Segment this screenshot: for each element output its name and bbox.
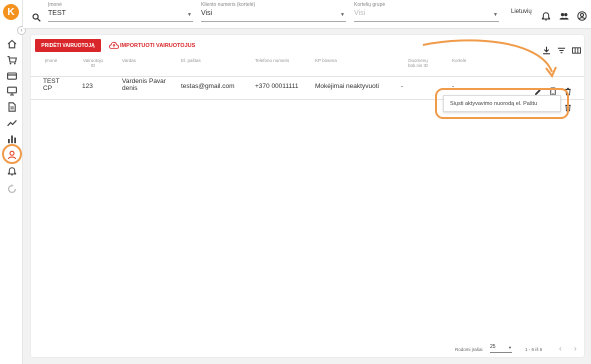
import-drivers-label: IMPORTUOTI VAIRUOTOJUS xyxy=(120,42,196,49)
next-page-icon[interactable]: › xyxy=(574,344,577,353)
logo[interactable]: K xyxy=(3,4,19,20)
pagination-range: 1 - 6 iš 6 xyxy=(525,347,543,352)
chevron-down-icon: ▼ xyxy=(493,12,498,18)
trend-icon[interactable] xyxy=(6,117,17,128)
chevron-down-icon: ▼ xyxy=(508,345,512,350)
search-icon xyxy=(32,9,41,22)
card-number-select-label: Kliento numeris (kortelė) xyxy=(201,2,256,8)
company-select[interactable]: Įmonė TEST ▼ xyxy=(48,2,193,22)
rows-per-page-select[interactable]: 25 ▼ xyxy=(490,344,512,353)
drivers-card: PRIDĖTI VAIRUOTOJĄ IMPORTUOTI VAIRUOTOJU… xyxy=(31,35,584,357)
monitor-icon[interactable] xyxy=(6,85,17,96)
column-header-name[interactable]: Vardas xyxy=(122,58,142,63)
chevron-down-icon: ▼ xyxy=(340,12,345,18)
cell-status: Mokėjimai neaktyvuoti xyxy=(315,83,379,90)
card-number-select[interactable]: Kliento numeris (kortelė) Visi ▼ xyxy=(201,2,346,22)
account-icon[interactable] xyxy=(577,8,587,21)
home-icon[interactable] xyxy=(6,38,17,49)
column-header-email[interactable]: El. paštas xyxy=(181,58,211,63)
sidebar: K › xyxy=(0,0,26,364)
column-header-data-id[interactable]: Duomenų būk.nis ID xyxy=(405,58,431,68)
card-group-select-value: Visi xyxy=(354,10,366,17)
rows-per-page-label: Rodomi įrašai xyxy=(455,347,483,352)
cell-name: Vardenis Pavar denis xyxy=(122,78,166,92)
card-number-select-value: Visi xyxy=(201,10,213,17)
refresh-icon[interactable] xyxy=(6,183,17,194)
active-nav-highlight xyxy=(2,144,22,164)
document-icon[interactable] xyxy=(6,101,17,112)
column-header-driver-id[interactable]: Vairuotojo ID xyxy=(81,58,105,68)
rows-per-page-value: 25 xyxy=(490,344,496,350)
top-bar: Įmonė TEST ▼ Kliento numeris (kortelė) V… xyxy=(23,0,591,29)
column-header-phone[interactable]: Telefono numeris xyxy=(255,58,295,63)
table-divider xyxy=(31,76,584,77)
card-icon[interactable] xyxy=(6,70,17,81)
bell-icon[interactable] xyxy=(541,8,551,21)
cell-driver-id: 123 xyxy=(82,83,93,90)
company-select-value: TEST xyxy=(48,10,66,17)
import-drivers-button[interactable]: IMPORTUOTI VAIRUOTOJUS xyxy=(109,40,195,51)
card-group-select[interactable]: Kortelių grupė Visi ▼ xyxy=(354,2,499,22)
chevron-down-icon: ▼ xyxy=(187,12,192,18)
cell-company: TEST CP xyxy=(43,78,60,92)
bell-settings-icon[interactable] xyxy=(6,165,17,176)
card-group-select-label: Kortelių grupė xyxy=(354,2,386,8)
column-header-status[interactable]: KP būsena xyxy=(315,58,345,63)
cart-icon[interactable] xyxy=(6,54,17,65)
bar-chart-icon[interactable] xyxy=(6,133,17,144)
download-icon[interactable] xyxy=(542,42,551,55)
users-icon[interactable] xyxy=(559,8,569,20)
columns-icon[interactable] xyxy=(572,42,581,54)
cloud-upload-icon xyxy=(109,41,119,49)
cell-phone: +370 00011111 xyxy=(255,83,299,90)
cell-data-id: - xyxy=(401,83,404,90)
column-header-card[interactable]: Kortelė xyxy=(452,58,472,63)
column-header-company[interactable]: Įmonė xyxy=(43,58,59,63)
filter-icon[interactable] xyxy=(557,42,566,54)
tooltip-highlight xyxy=(435,88,569,119)
previous-page-icon[interactable]: ‹ xyxy=(559,344,562,353)
company-select-label: Įmonė xyxy=(48,2,62,8)
language-selector[interactable]: Lietuvių xyxy=(511,9,532,15)
cell-email: testas@gmail.com xyxy=(181,83,235,90)
add-driver-button[interactable]: PRIDĖTI VAIRUOTOJĄ xyxy=(35,39,101,52)
